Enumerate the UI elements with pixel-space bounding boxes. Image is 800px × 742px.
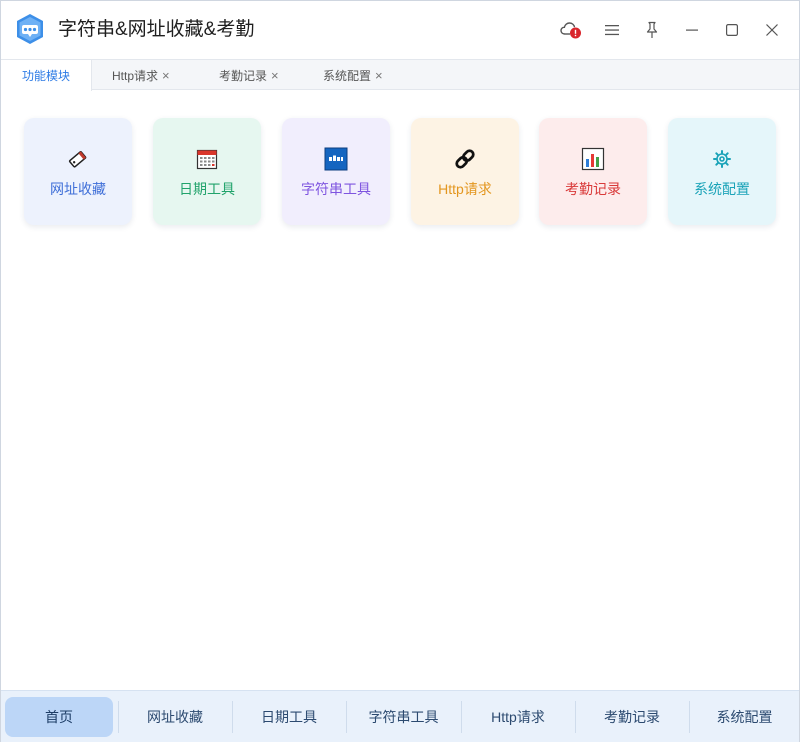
nav-label: 考勤记录 <box>604 709 660 725</box>
nav-date-tools[interactable]: 日期工具 <box>233 697 345 737</box>
calendar-icon <box>195 147 219 171</box>
tab-http-request[interactable]: Http请求 × <box>112 60 170 90</box>
nav-home[interactable]: 首页 <box>5 697 113 737</box>
nav-label: 首页 <box>45 709 73 725</box>
cloud-alert-icon[interactable] <box>559 18 583 42</box>
tab-close-icon[interactable]: × <box>162 69 170 82</box>
nav-label: 系统配置 <box>716 709 773 725</box>
nav-attendance-records[interactable]: 考勤记录 <box>576 697 688 737</box>
tab-system-config[interactable]: 系统配置 × <box>323 60 383 90</box>
module-card-system-config[interactable]: 系统配置 <box>668 118 776 225</box>
close-icon[interactable] <box>760 18 784 42</box>
module-label: 考勤记录 <box>565 181 621 197</box>
module-card-date-tools[interactable]: 日期工具 <box>153 118 261 225</box>
tab-label: 系统配置 <box>323 68 372 83</box>
nav-label: 字符串工具 <box>368 709 439 725</box>
app-window: 字符串&网址收藏&考勤 功能模块 Http请求 × 考勤记录 × 系统配置 × … <box>0 0 800 742</box>
module-card-string-tools[interactable]: 字符串工具 <box>282 118 390 225</box>
tab-label: 考勤记录 <box>219 68 268 83</box>
module-card-attendance-records[interactable]: 考勤记录 <box>539 118 647 225</box>
gear-icon <box>710 147 734 171</box>
tab-strip: 功能模块 Http请求 × 考勤记录 × 系统配置 × <box>1 59 799 91</box>
module-card-url-bookmarks[interactable]: 网址收藏 <box>24 118 132 225</box>
module-card-http-request[interactable]: Http请求 <box>411 118 519 225</box>
module-label: 系统配置 <box>694 181 750 197</box>
nav-label: 网址收藏 <box>147 709 203 725</box>
app-title: 字符串&网址收藏&考勤 <box>58 19 255 40</box>
abc-text-icon <box>324 147 348 171</box>
nav-system-config[interactable]: 系统配置 <box>690 697 799 737</box>
maximize-icon[interactable] <box>720 18 744 42</box>
tab-label: Http请求 <box>112 68 159 83</box>
nav-label: Http请求 <box>491 709 545 725</box>
tab-close-icon[interactable]: × <box>271 69 279 82</box>
tab-close-icon[interactable]: × <box>375 69 383 82</box>
nav-url-bookmarks[interactable]: 网址收藏 <box>119 697 231 737</box>
menu-icon[interactable] <box>600 18 624 42</box>
app-logo-icon <box>14 13 46 45</box>
bottom-nav: 首页 网址收藏 日期工具 字符串工具 Http请求 考勤记录 系统配置 <box>1 690 799 742</box>
module-label: 字符串工具 <box>301 181 371 197</box>
pin-icon[interactable] <box>640 18 664 42</box>
minimize-icon[interactable] <box>680 18 704 42</box>
link-chain-icon <box>453 147 477 171</box>
title-bar[interactable]: 字符串&网址收藏&考勤 <box>1 1 799 59</box>
tab-attendance-records[interactable]: 考勤记录 × <box>219 60 279 90</box>
bookmark-tag-icon <box>66 147 90 171</box>
module-label: 日期工具 <box>179 181 235 197</box>
bar-chart-icon <box>581 147 605 171</box>
tab-label: 功能模块 <box>21 69 70 83</box>
module-label: 网址收藏 <box>50 181 106 197</box>
nav-http-request[interactable]: Http请求 <box>462 697 574 737</box>
nav-string-tools[interactable]: 字符串工具 <box>347 697 460 737</box>
module-label: Http请求 <box>438 181 492 197</box>
tab-function-modules[interactable]: 功能模块 <box>1 60 92 91</box>
nav-label: 日期工具 <box>261 709 317 725</box>
